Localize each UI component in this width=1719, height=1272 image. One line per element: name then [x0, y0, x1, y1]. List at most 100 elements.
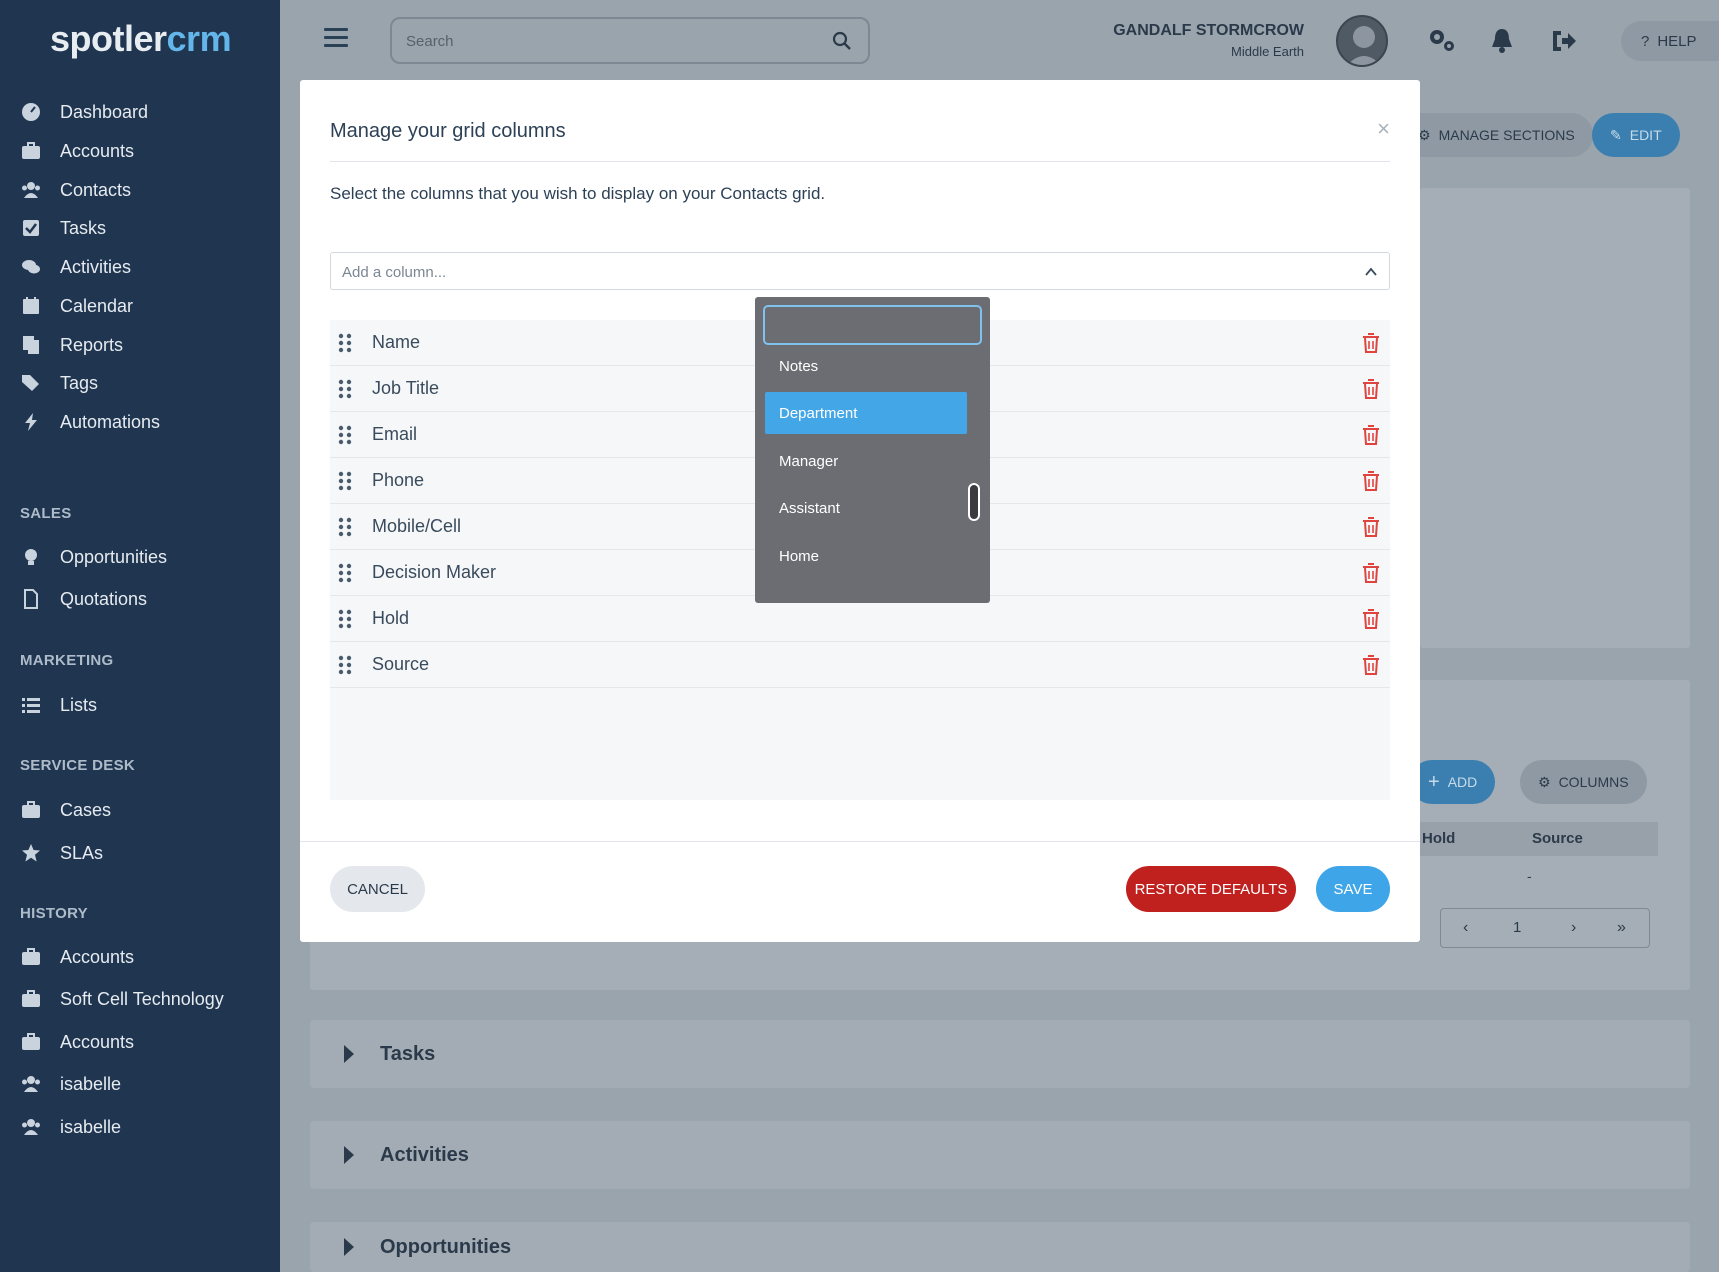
dropdown-search-input[interactable] — [763, 305, 982, 345]
history-item-accounts-2[interactable]: Accounts — [20, 1024, 134, 1060]
users-icon — [20, 1073, 42, 1095]
history-item-accounts[interactable]: Accounts — [20, 939, 134, 975]
sidebar-item-lists[interactable]: Lists — [20, 687, 97, 723]
section-activities[interactable]: Activities — [310, 1121, 1690, 1189]
sidebar-item-label: Cases — [60, 799, 112, 820]
sidebar-item-label: isabelle — [60, 1116, 122, 1137]
cancel-button[interactable]: CANCEL — [330, 866, 425, 912]
list-icon — [20, 694, 42, 716]
logout-icon[interactable] — [1549, 27, 1579, 55]
pencil-icon: ✎ — [1610, 126, 1622, 143]
drag-handle-icon[interactable] — [338, 609, 352, 629]
avatar[interactable] — [1336, 15, 1388, 67]
search-placeholder: Search — [406, 33, 454, 50]
sidebar-item-label: Automations — [60, 411, 161, 432]
sidebar-item-label: SLAs — [60, 842, 104, 863]
sidebar-item-slas[interactable]: SLAs — [20, 835, 103, 871]
briefcase-icon — [20, 1031, 42, 1053]
column-label: Source — [372, 654, 430, 674]
trash-icon[interactable] — [1362, 516, 1380, 538]
sidebar-item-opportunities[interactable]: Opportunities — [20, 539, 167, 575]
save-button[interactable]: SAVE — [1316, 866, 1390, 912]
sidebar-item-accounts[interactable]: Accounts — [20, 133, 134, 169]
dropdown-option-manager[interactable]: Manager — [765, 440, 967, 482]
brand-logo[interactable]: spotlercrm — [50, 18, 232, 60]
prev-page-icon[interactable]: ‹ — [1463, 919, 1468, 937]
trash-icon[interactable] — [1362, 378, 1380, 400]
expand-icon — [344, 1238, 354, 1256]
trash-icon[interactable] — [1362, 470, 1380, 492]
sidebar-item-label: Contacts — [60, 179, 132, 200]
grid-header-hold[interactable]: Hold — [1422, 830, 1455, 847]
history-item-isabelle-2[interactable]: isabelle — [20, 1109, 121, 1145]
next-page-icon[interactable]: › — [1571, 919, 1576, 937]
sidebar-item-quotations[interactable]: Quotations — [20, 581, 147, 617]
settings-icon[interactable] — [1427, 27, 1457, 55]
dropdown-option-notes[interactable]: Notes — [765, 345, 967, 387]
sidebar-item-reports[interactable]: Reports — [20, 327, 123, 363]
sidebar-item-automations[interactable]: Automations — [20, 404, 160, 440]
logo-part-2: crm — [166, 18, 232, 59]
sidebar-item-activities[interactable]: Activities — [20, 249, 131, 285]
sidebar-section-marketing: MARKETING — [20, 652, 114, 669]
sidebar-item-label: Reports — [60, 334, 124, 355]
user-name[interactable]: GANDALF STORMCROW — [1113, 22, 1304, 40]
sidebar-item-calendar[interactable]: Calendar — [20, 288, 133, 324]
menu-toggle-icon[interactable] — [324, 28, 348, 48]
last-page-icon[interactable]: » — [1617, 919, 1626, 937]
drag-handle-icon[interactable] — [338, 563, 352, 583]
edit-button[interactable]: ✎ EDIT — [1592, 113, 1680, 157]
section-title: Tasks — [380, 1042, 436, 1065]
page-number[interactable]: 1 — [1513, 919, 1521, 936]
sidebar-item-dashboard[interactable]: Dashboard — [20, 94, 148, 130]
checkbox-icon — [20, 217, 42, 239]
history-item-soft-cell-technology[interactable]: Soft Cell Technology — [20, 981, 224, 1017]
help-button[interactable]: ? HELP — [1621, 21, 1719, 61]
chevron-up-icon — [1365, 267, 1377, 276]
search-input[interactable]: Search — [390, 17, 870, 64]
dropdown-option-home[interactable]: Home — [765, 535, 967, 577]
dropdown-scrollbar[interactable] — [968, 483, 980, 521]
add-button[interactable]: + ADD — [1410, 760, 1496, 804]
trash-icon[interactable] — [1362, 562, 1380, 584]
manage-sections-button[interactable]: ⚙ MANAGE SECTIONS — [1400, 113, 1593, 157]
column-label: Job Title — [372, 378, 440, 398]
trash-icon[interactable] — [1362, 608, 1380, 630]
sidebar-item-contacts[interactable]: Contacts — [20, 172, 131, 208]
briefcase-icon — [20, 140, 42, 162]
drag-handle-icon[interactable] — [338, 471, 352, 491]
sidebar-item-label: Dashboard — [60, 101, 149, 122]
users-icon — [20, 1116, 42, 1138]
restore-defaults-button[interactable]: RESTORE DEFAULTS — [1126, 866, 1296, 912]
pagination: ‹ 1 › » — [1440, 908, 1650, 948]
sidebar-item-label: Opportunities — [60, 546, 168, 567]
section-tasks[interactable]: Tasks — [310, 1020, 1690, 1088]
drag-handle-icon[interactable] — [338, 517, 352, 537]
close-icon[interactable]: × — [1377, 116, 1390, 142]
dropdown-option-department[interactable]: Department — [765, 392, 967, 434]
drag-handle-icon[interactable] — [338, 379, 352, 399]
grid-header-source[interactable]: Source — [1532, 830, 1583, 847]
sidebar-item-tags[interactable]: Tags — [20, 365, 98, 401]
sidebar-item-tasks[interactable]: Tasks — [20, 210, 106, 246]
dropdown-option-assistant[interactable]: Assistant — [765, 487, 967, 529]
sidebar-item-label: Calendar — [60, 295, 134, 316]
drag-handle-icon[interactable] — [338, 425, 352, 445]
history-item-isabelle[interactable]: isabelle — [20, 1066, 121, 1102]
bell-icon[interactable] — [1487, 27, 1517, 55]
sidebar-item-cases[interactable]: Cases — [20, 792, 111, 828]
trash-icon[interactable] — [1362, 424, 1380, 446]
section-opportunities[interactable]: Opportunities — [310, 1222, 1690, 1272]
search-icon[interactable] — [832, 31, 852, 51]
column-label: Mobile/Cell — [372, 516, 462, 536]
drag-handle-icon[interactable] — [338, 655, 352, 675]
trash-icon[interactable] — [1362, 654, 1380, 676]
grid-header-row: Hold Source — [1420, 822, 1658, 856]
column-row-source[interactable]: Source — [330, 642, 1390, 688]
trash-icon[interactable] — [1362, 332, 1380, 354]
columns-button[interactable]: ⚙ COLUMNS — [1520, 760, 1647, 804]
add-column-select[interactable]: Add a column... — [330, 252, 1390, 290]
drag-handle-icon[interactable] — [338, 333, 352, 353]
columns-label: COLUMNS — [1558, 774, 1629, 790]
briefcase-icon — [20, 988, 42, 1010]
